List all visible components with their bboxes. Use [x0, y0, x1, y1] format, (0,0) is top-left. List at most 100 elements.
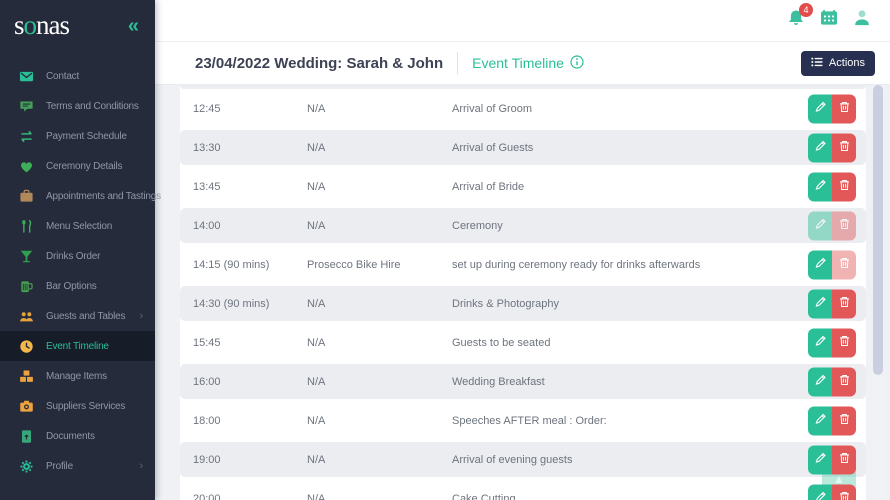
- notification-badge: 4: [799, 3, 813, 17]
- edit-row-button[interactable]: [808, 484, 832, 500]
- row-actions: [808, 172, 856, 201]
- row-time: 14:30 (90 mins): [193, 297, 270, 310]
- edit-row-button[interactable]: [808, 172, 832, 201]
- row-time: 14:15 (90 mins): [193, 258, 270, 271]
- trash-icon: [838, 101, 851, 117]
- row-time: 16:00: [193, 375, 221, 388]
- row-time: 15:45: [193, 336, 221, 349]
- row-actions: [808, 484, 856, 500]
- row-description: Guests to be seated: [452, 336, 551, 349]
- actions-button-label: Actions: [828, 57, 865, 69]
- cutlery-icon: [18, 219, 34, 234]
- delete-row-button[interactable]: [832, 133, 856, 162]
- row-description: Ceremony: [452, 219, 503, 232]
- delete-row-button[interactable]: [832, 484, 856, 500]
- row-supplier: Prosecco Bike Hire: [307, 258, 401, 271]
- sidebar-item-suppliers-services[interactable]: Suppliers Services: [0, 391, 155, 421]
- trash-icon: [838, 218, 851, 234]
- timeline-row: 20:00 N/A Cake Cutting: [180, 479, 866, 500]
- edit-row-button[interactable]: [808, 445, 832, 474]
- row-time: 13:30: [193, 141, 221, 154]
- pencil-icon: [814, 218, 827, 234]
- sidebar-item-manage-items[interactable]: Manage Items: [0, 361, 155, 391]
- scrollbar-thumb[interactable]: [873, 85, 883, 375]
- edit-row-button[interactable]: [808, 289, 832, 318]
- row-description: set up during ceremony ready for drinks …: [452, 258, 701, 271]
- row-time: 14:00: [193, 219, 221, 232]
- trash-icon: [838, 413, 851, 429]
- delete-row-button[interactable]: [832, 211, 856, 240]
- row-time: 20:00: [193, 492, 221, 500]
- heart-icon: [18, 159, 34, 174]
- delete-row-button[interactable]: [832, 406, 856, 435]
- pencil-icon: [814, 452, 827, 468]
- row-description: Wedding Breakfast: [452, 375, 545, 388]
- sidebar-item-terms-and-conditions[interactable]: Terms and Conditions: [0, 91, 155, 121]
- gear-icon: [18, 459, 34, 474]
- sidebar-item-label: Appointments and Tastings: [46, 190, 161, 202]
- martini-icon: [18, 249, 34, 264]
- briefcase-icon: [18, 189, 34, 204]
- row-actions: [808, 94, 856, 123]
- row-time: 18:00: [193, 414, 221, 427]
- delete-row-button[interactable]: [832, 367, 856, 396]
- delete-row-button[interactable]: [832, 172, 856, 201]
- delete-row-button[interactable]: [832, 94, 856, 123]
- sidebar-item-label: Guests and Tables: [46, 310, 126, 322]
- pencil-icon: [814, 296, 827, 312]
- trash-icon: [838, 335, 851, 351]
- people-icon: [18, 309, 34, 324]
- sidebar-item-label: Contact: [46, 70, 80, 82]
- actions-button[interactable]: Actions: [800, 50, 875, 76]
- edit-row-button[interactable]: [808, 367, 832, 396]
- sidebar-item-profile[interactable]: Profile ›: [0, 451, 155, 481]
- row-supplier: N/A: [307, 180, 326, 193]
- trash-icon: [838, 491, 851, 500]
- calendar-button[interactable]: [819, 8, 839, 33]
- section-title: Event Timeline: [472, 54, 584, 72]
- timeline-row: 13:45 N/A Arrival of Bride: [180, 167, 866, 206]
- sidebar-item-guests-and-tables[interactable]: Guests and Tables ›: [0, 301, 155, 331]
- edit-row-button[interactable]: [808, 211, 832, 240]
- row-description: Cake Cutting: [452, 492, 516, 500]
- trash-icon: [838, 374, 851, 390]
- edit-row-button[interactable]: [808, 406, 832, 435]
- notifications-button[interactable]: 4: [786, 3, 813, 33]
- sidebar-item-ceremony-details[interactable]: Ceremony Details: [0, 151, 155, 181]
- delete-row-button[interactable]: [832, 250, 856, 279]
- sidebar-item-bar-options[interactable]: Bar Options: [0, 271, 155, 301]
- sidebar-item-event-timeline[interactable]: Event Timeline: [0, 331, 155, 361]
- account-button[interactable]: [852, 8, 872, 33]
- sidebar-item-label: Suppliers Services: [46, 400, 126, 412]
- sidebar-item-payment-schedule[interactable]: Payment Schedule: [0, 121, 155, 151]
- row-description: Drinks & Photography: [452, 297, 559, 310]
- row-supplier: N/A: [307, 219, 326, 232]
- collapse-sidebar-button[interactable]: «: [128, 16, 139, 36]
- main-content: 12:45 N/A Arrival of Groom 13:30 N/A Arrival …: [155, 85, 890, 500]
- pencil-icon: [814, 140, 827, 156]
- edit-row-button[interactable]: [808, 250, 832, 279]
- edit-row-button[interactable]: [808, 94, 832, 123]
- delete-row-button[interactable]: [832, 328, 856, 357]
- delete-row-button[interactable]: [832, 289, 856, 318]
- sidebar-item-label: Profile: [46, 460, 73, 472]
- sidebar-item-menu-selection[interactable]: Menu Selection: [0, 211, 155, 241]
- row-supplier: N/A: [307, 375, 326, 388]
- edit-row-button[interactable]: [808, 328, 832, 357]
- row-time: 12:45: [193, 102, 221, 115]
- row-supplier: N/A: [307, 336, 326, 349]
- section-title-text: Event Timeline: [472, 55, 564, 71]
- sidebar-item-label: Menu Selection: [46, 220, 113, 232]
- sidebar-item-label: Bar Options: [46, 280, 97, 292]
- sidebar-item-drinks-order[interactable]: Drinks Order: [0, 241, 155, 271]
- delete-row-button[interactable]: [832, 445, 856, 474]
- page-title: 23/04/2022 Wedding: Sarah & John: [195, 54, 444, 72]
- chevron-right-icon: ›: [139, 310, 144, 322]
- info-icon[interactable]: [570, 54, 584, 72]
- sidebar-item-appointments-and-tastings[interactable]: Appointments and Tastings: [0, 181, 161, 211]
- scrollbar-track: [872, 85, 884, 500]
- sidebar-item-documents[interactable]: Documents: [0, 421, 155, 451]
- sidebar-item-contact[interactable]: Contact: [0, 61, 155, 91]
- timeline-row: 14:15 (90 mins) Prosecco Bike Hire set up …: [180, 245, 866, 284]
- edit-row-button[interactable]: [808, 133, 832, 162]
